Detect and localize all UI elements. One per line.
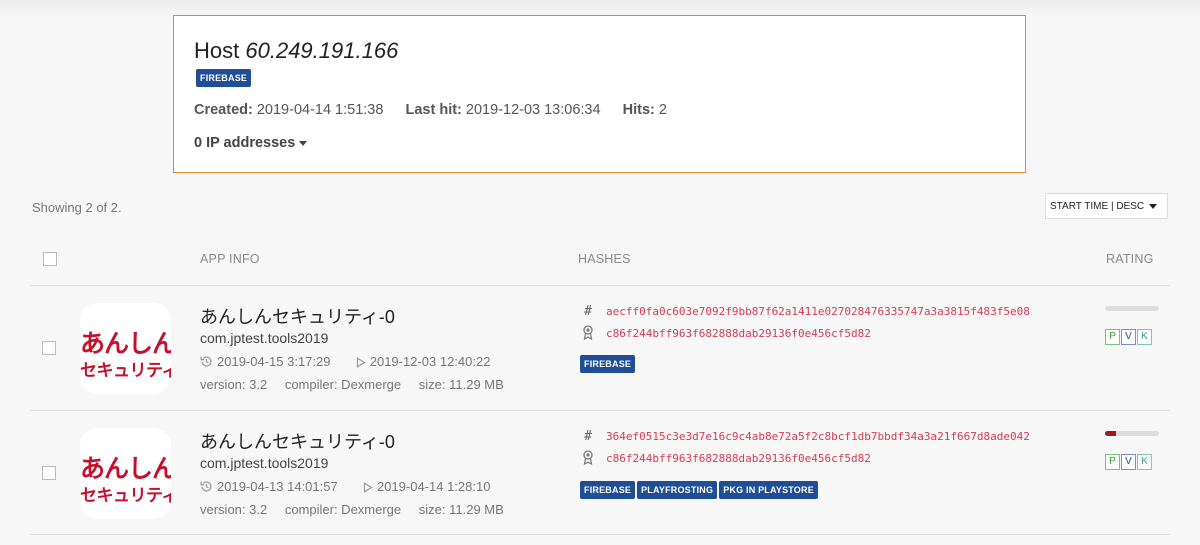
keys-indicator[interactable]: K [1137,454,1152,470]
created-label: Created: [194,102,253,118]
hash-main-line: #364ef0515c3e3d7e16c9c4ab8e72a5f2c8bcf1d… [580,429,1030,444]
app-icon: あんしん セキュリティ [80,428,171,519]
created-value: 2019-04-14 1:51:38 [256,102,384,118]
hash-icon: # [584,429,592,444]
permissions-indicator[interactable]: P [1105,454,1120,470]
host-ip: 60.249.191.166 [245,38,399,63]
app-dates: 2019-04-15 3:17:29 2019-12-03 12:40:22 [200,354,490,371]
table-row[interactable]: あんしん セキュリティ あんしんセキュリティ-0 com.jptest.tool… [30,410,1170,535]
app-misc: version: 3.2 compiler: Dexmerge size: 11… [200,377,504,392]
caret-down-icon [1149,204,1157,209]
pvk-indicators: PVK [1105,451,1153,470]
app-size: size: 11.29 MB [418,377,504,392]
rating-bar [1105,306,1159,311]
ip-addresses-toggle[interactable]: 0 IP addresses [194,135,308,151]
hash-main[interactable]: aecff0fa0c603e7092f9bb87f62a1411e0270284… [606,305,1030,318]
column-header-app-info: APP INFO [200,252,260,266]
play-icon [363,481,373,496]
hash-cert[interactable]: c86f244bff963f682888dab29136f0e456cf5d82 [606,327,871,340]
hash-main-line: # aecff0fa0c603e7092f9bb87f62a1411e027028… [580,304,1030,319]
vulnerabilities-indicator[interactable]: V [1121,454,1136,470]
hash-cert-line: c86f244bff963f682888dab29136f0e456cf5d82 [580,325,871,341]
tag-badge[interactable]: PKG IN PLAYSTORE [719,481,818,499]
hash-icon: # [584,304,592,319]
tag-badge[interactable]: PLAYFROSTING [637,481,718,499]
certificate-icon [580,450,596,466]
app-package: com.jptest.tools2019 [200,455,329,471]
history-icon [200,355,213,371]
permissions-indicator[interactable]: P [1105,329,1120,345]
select-all-checkbox[interactable] [43,252,57,266]
tag-badge[interactable]: FIREBASE [580,355,636,373]
history-icon [200,480,213,496]
app-misc: version: 3.2 compiler: Dexmerge size: 11… [200,502,504,517]
table-row[interactable]: あんしん セキュリティ あんしんセキュリティ-0 com.jptest.tool… [30,285,1170,410]
app-package: com.jptest.tools2019 [200,330,329,346]
app-version: version: 3.2 [200,502,268,517]
app-dates: 2019-04-13 14:01:57 2019-04-14 1:28:10 [200,479,490,496]
host-meta: Created: 2019-04-14 1:51:38 Last hit: 20… [194,102,667,118]
vulnerabilities-indicator[interactable]: V [1121,329,1136,345]
hash-main[interactable]: 364ef0515c3e3d7e16c9c4ab8e72a5f2c8bcf1db… [606,430,1030,443]
row-checkbox[interactable] [42,341,56,355]
pvk-indicators: PVK [1105,326,1153,345]
hits-label: Hits: [622,102,655,118]
last-seen: 2019-12-03 12:40:22 [369,354,491,369]
last-hit-label: Last hit: [405,102,462,118]
results-count: Showing 2 of 2. [32,200,122,215]
certificate-icon [580,325,596,341]
row-checkbox[interactable] [42,466,56,480]
ip-addresses-label: 0 IP addresses [194,135,296,151]
play-icon [356,356,366,371]
hash-badges: FIREBASE [580,354,637,373]
last-hit-value: 2019-12-03 13:06:34 [465,102,601,118]
keys-indicator[interactable]: K [1137,329,1152,345]
host-card: Host 60.249.191.166 FIREBASE Created: 20… [173,15,1026,173]
first-seen: 2019-04-15 3:17:29 [217,354,331,369]
hash-cert[interactable]: c86f244bff963f682888dab29136f0e456cf5d82 [606,452,871,465]
app-size: size: 11.29 MB [418,502,504,517]
host-badge: FIREBASE [196,69,252,87]
last-seen: 2019-04-14 1:28:10 [376,479,491,494]
hash-badges: FIREBASE PLAYFROSTING PKG IN PLAYSTORE [580,480,820,499]
app-compiler: compiler: Dexmerge [284,502,402,517]
sort-dropdown[interactable]: START TIME | DESC [1045,193,1168,219]
hash-cert-line: c86f244bff963f682888dab29136f0e456cf5d82 [580,450,871,466]
rating-bar-fill [1105,431,1116,436]
host-title: Host 60.249.191.166 [194,38,398,64]
app-name[interactable]: あんしんセキュリティ-0 [200,303,395,329]
app-version: version: 3.2 [200,377,268,392]
column-header-hashes: HASHES [578,252,631,266]
app-name[interactable]: あんしんセキュリティ-0 [200,428,395,454]
hits-value: 2 [658,102,667,118]
tag-badge[interactable]: FIREBASE [580,481,636,499]
sort-value: START TIME | DESC [1050,201,1145,212]
host-title-prefix: Host [194,38,240,63]
caret-down-icon [299,140,308,146]
app-icon: あんしん セキュリティ [80,303,171,394]
rating-bar [1105,431,1159,436]
app-compiler: compiler: Dexmerge [284,377,402,392]
column-header-rating: RATING [1106,252,1154,266]
first-seen: 2019-04-13 14:01:57 [217,479,338,494]
